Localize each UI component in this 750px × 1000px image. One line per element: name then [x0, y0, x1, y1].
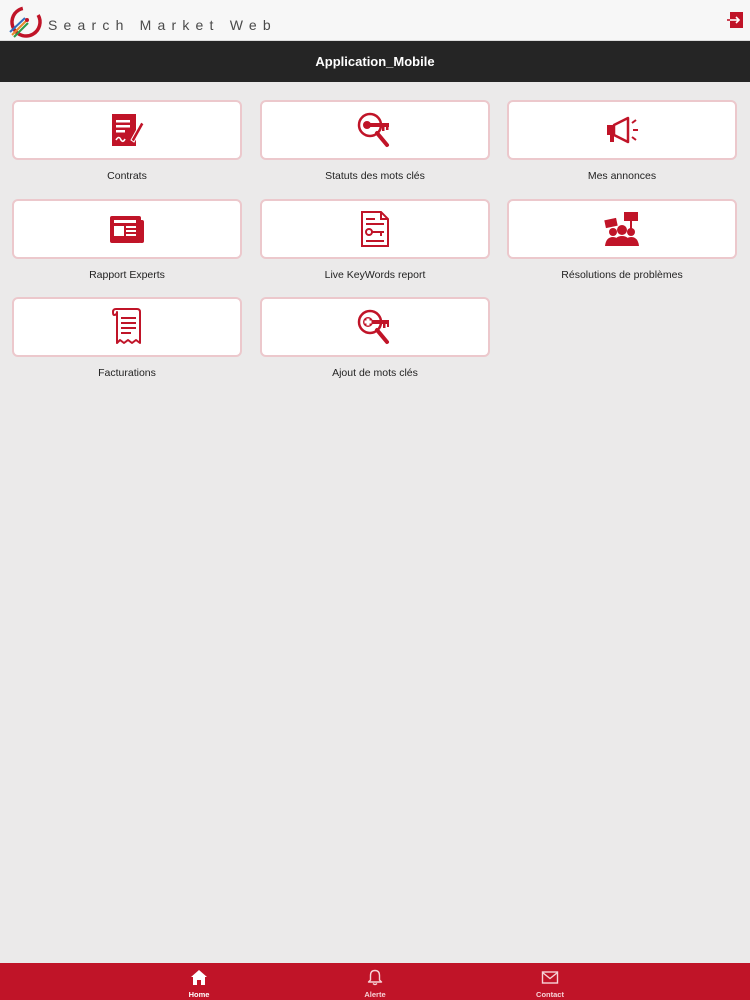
- tile-label: Statuts des mots clés: [325, 170, 425, 182]
- title-bar: Application_Mobile: [0, 41, 750, 82]
- tile-live-keywords-report[interactable]: Live KeyWords report: [260, 199, 490, 281]
- tile-label: Mes annonces: [587, 170, 657, 182]
- tile-resolutions-problemes[interactable]: Résolutions de problèmes: [507, 199, 737, 281]
- nav-alerts-label: Alerte: [364, 990, 386, 999]
- nav-contact[interactable]: Contact: [490, 963, 610, 1000]
- brand-logo-icon: [9, 6, 42, 38]
- nav-alerts[interactable]: Alerte: [315, 963, 435, 1000]
- page-title: Application_Mobile: [315, 54, 435, 69]
- nav-home-label: Home: [188, 990, 210, 999]
- tile-statuts-mots-cles[interactable]: Statuts des mots clés: [260, 100, 490, 182]
- tile-rapport-experts[interactable]: Rapport Experts: [12, 199, 242, 281]
- contract-icon: [112, 114, 145, 146]
- tile-label: Facturations: [98, 367, 156, 379]
- key-document-icon: [361, 211, 389, 247]
- envelope-icon: [541, 971, 559, 984]
- tile-label: Ajout de mots clés: [332, 367, 418, 379]
- newspaper-icon: [110, 216, 144, 243]
- bottom-nav: Home Alerte Contact: [0, 963, 750, 1000]
- tile-label: Live KeyWords report: [324, 269, 426, 281]
- tile-mes-annonces[interactable]: Mes annonces: [507, 100, 737, 182]
- megaphone-icon: [607, 116, 638, 144]
- tile-facturations[interactable]: Facturations: [12, 297, 242, 379]
- tile-label: Rapport Experts: [89, 269, 165, 281]
- logout-icon[interactable]: [726, 11, 744, 29]
- brand-name: Search Market Web: [48, 17, 277, 33]
- tile-contrats[interactable]: Contrats: [12, 100, 242, 182]
- top-bar: Search Market Web: [0, 0, 750, 41]
- nav-home[interactable]: Home: [139, 963, 259, 1000]
- invoice-scroll-icon: [112, 308, 141, 344]
- tile-ajout-mots-cles[interactable]: Ajout de mots clés: [260, 297, 490, 379]
- add-keyword-icon: [357, 309, 389, 344]
- protest-group-icon: [604, 212, 639, 246]
- bell-icon: [367, 969, 383, 986]
- tile-label: Résolutions de problèmes: [561, 269, 683, 281]
- tile-label: Contrats: [107, 170, 147, 182]
- home-icon: [191, 970, 207, 985]
- nav-contact-label: Contact: [536, 990, 564, 999]
- key-search-icon: [357, 112, 389, 147]
